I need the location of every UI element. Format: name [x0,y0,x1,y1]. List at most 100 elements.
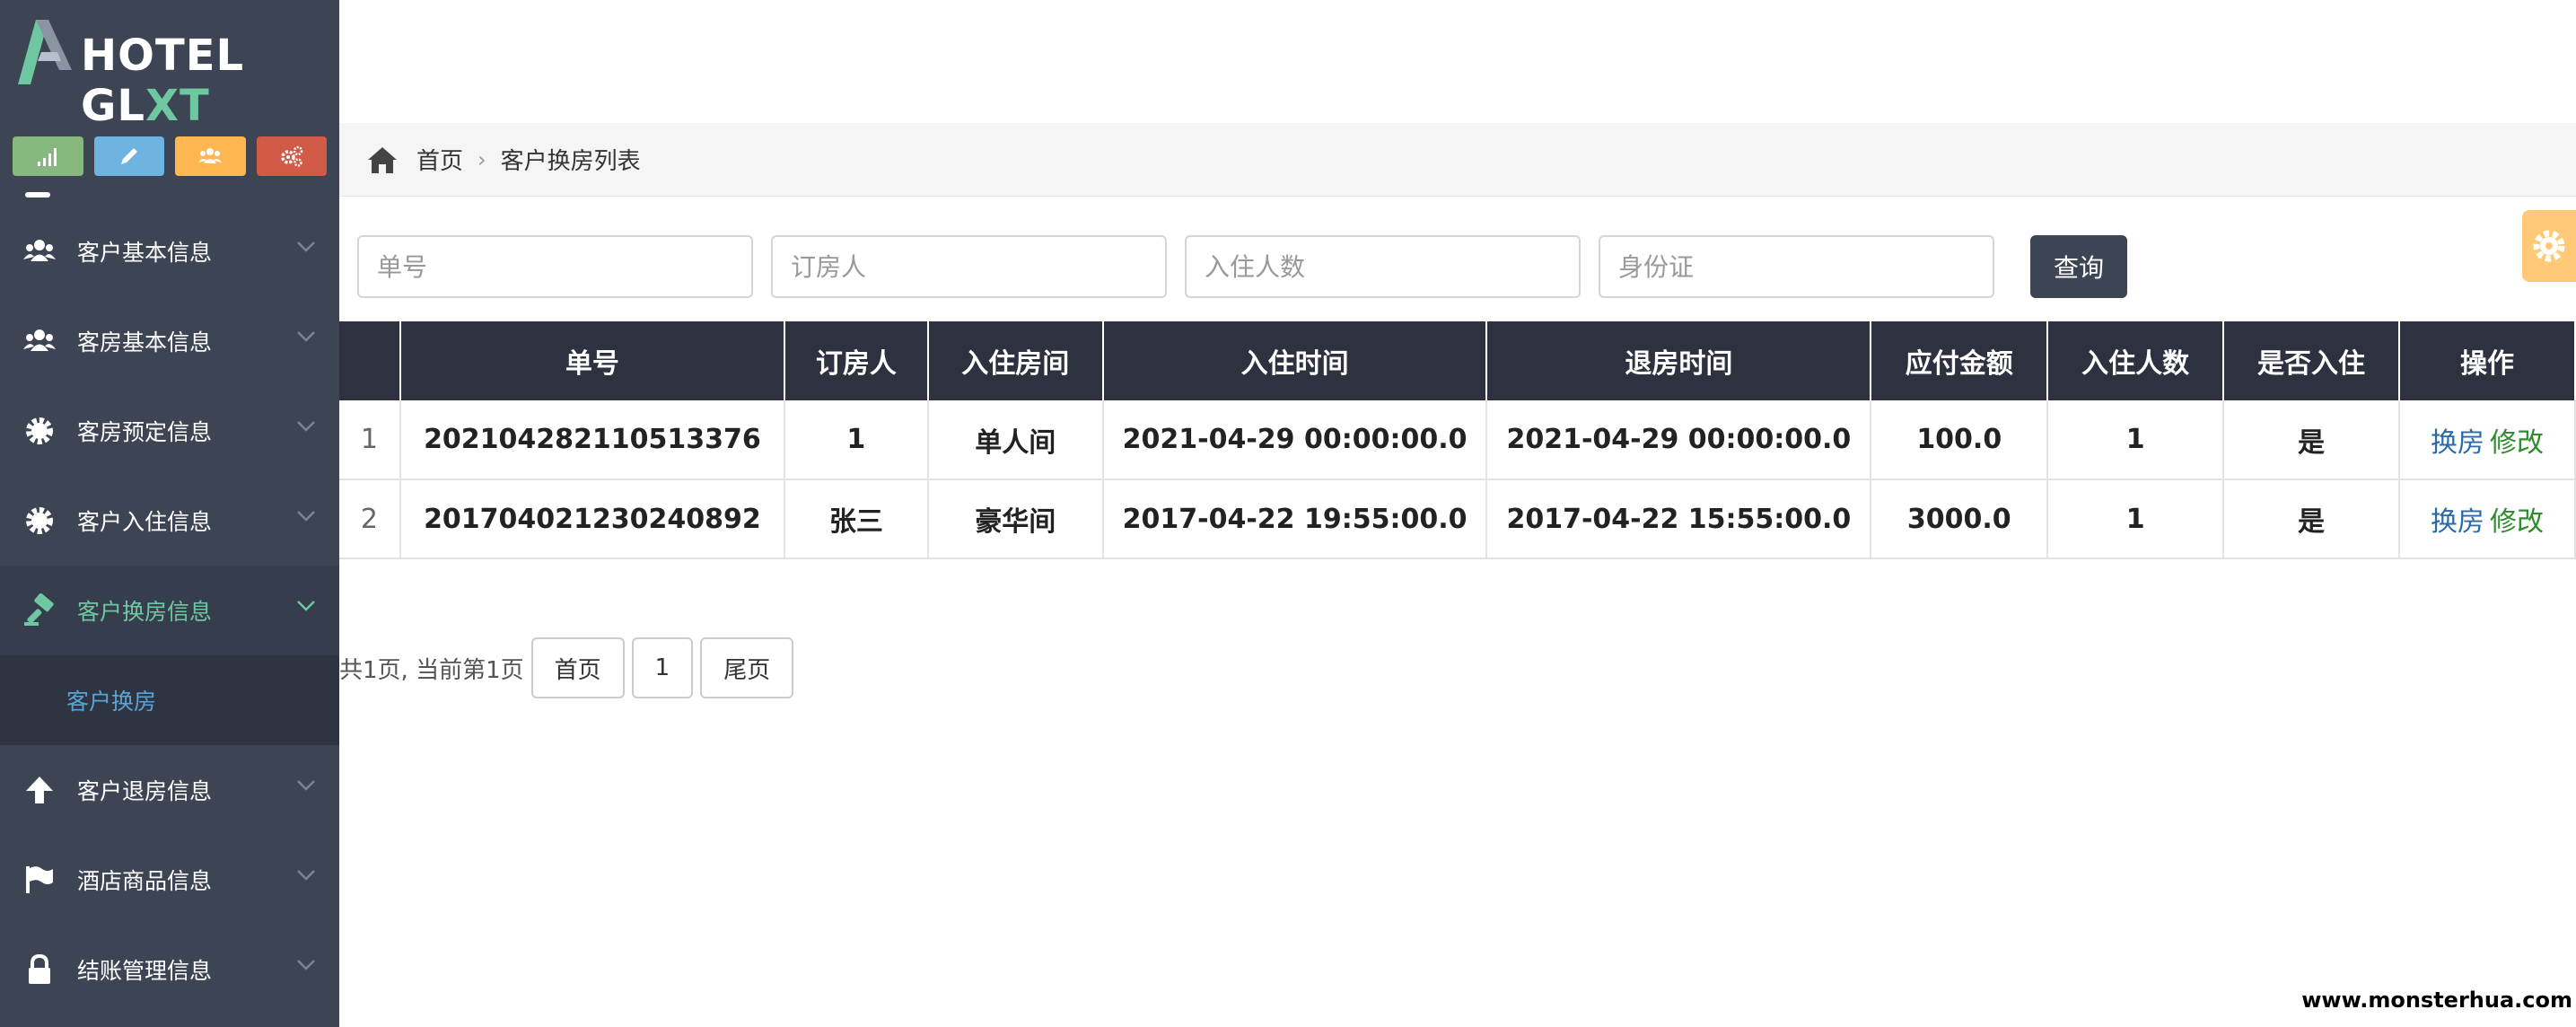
room-cell: 单人间 [927,400,1104,480]
row-index: 1 [339,400,401,480]
sidebar: HOTEL GLXT 客户基本信息 客房基本信息 客房预定信息 客户入住信息 客… [0,0,339,1027]
breadcrumb-home-link[interactable]: 首页 [416,143,463,176]
watermark: www.monsterhua.com [2301,988,2572,1013]
booker-cell: 1 [784,400,929,480]
checkout-time-cell: 2017-04-22 15:55:00.0 [1486,479,1872,559]
first-page-button[interactable]: 首页 [530,637,625,698]
sidebar-item-checkout-info[interactable]: 客户退房信息 [0,745,339,835]
table-header-row: 单号 订房人 入住房间 入住时间 退房时间 应付金额 入住人数 是否入住 操作 [339,321,2576,400]
users-icon [22,323,57,359]
breadcrumb-separator: › [478,146,486,172]
edit-link[interactable]: 修改 [2490,506,2544,538]
cog-icon [22,413,57,449]
column-header: 入住房间 [927,321,1104,400]
sidebar-item-reservation-info[interactable]: 客房预定信息 [0,386,339,476]
room-change-table: 单号 订房人 入住房间 入住时间 退房时间 应付金额 入住人数 是否入住 操作 … [339,321,2576,559]
chevron-down-icon [297,870,315,881]
last-page-button[interactable]: 尾页 [700,637,794,698]
chevron-down-icon [297,960,315,970]
sidebar-item-label: 客房预定信息 [77,419,213,445]
users-icon [22,233,57,269]
change-room-link[interactable]: 换房 [2431,506,2484,538]
logo-icon [18,20,72,84]
shortcut-stats-button[interactable] [13,136,83,176]
search-form: 查询 [357,235,2127,298]
pagination: 共1页, 当前第1页 首页 1 尾页 [339,637,801,698]
sidebar-item-label: 酒店商品信息 [77,868,213,894]
change-room-link[interactable]: 换房 [2431,427,2484,459]
lock-icon [22,952,57,988]
actions-cell: 换房 修改 [2398,400,2576,480]
shortcut-edit-button[interactable] [93,136,164,176]
breadcrumb: 首页 › 客户换房列表 [339,123,2576,197]
settings-toggle-button[interactable] [2522,210,2576,282]
gears-icon [281,145,302,167]
submenu-item-room-change[interactable]: 客户换房 [0,655,339,745]
sidebar-item-label: 客户换房信息 [77,599,213,625]
shortcut-settings-button[interactable] [256,136,327,176]
sidebar-item-room-info[interactable]: 客房基本信息 [0,296,339,386]
menu-scroll-stub [0,180,339,206]
brand[interactable]: HOTEL GLXT [0,0,339,131]
home-icon[interactable] [366,145,399,175]
id-card-input[interactable] [1599,235,1994,298]
sidebar-item-room-change-info[interactable]: 客户换房信息 [0,566,339,655]
checkout-time-cell: 2021-04-29 00:00:00.0 [1486,400,1872,480]
guest-count-cell: 1 [2047,400,2225,480]
checked-in-cell: 是 [2223,400,2400,480]
order-number-cell: 201704021230240892 [399,479,785,559]
breadcrumb-current: 客户换房列表 [500,148,641,175]
sidebar-item-billing-info[interactable]: 结账管理信息 [0,925,339,1014]
sidebar-item-label: 客户退房信息 [77,778,213,804]
sidebar-item-customer-info[interactable]: 客户基本信息 [0,206,339,296]
sidebar-menu: 客户基本信息 客房基本信息 客房预定信息 客户入住信息 客户换房信息 客户换房 … [0,180,339,1014]
submenu-item-label: 客户换房 [66,689,157,715]
pencil-icon [120,148,137,164]
brand-title: HOTEL GLXT [81,31,245,131]
sidebar-item-label: 客户入住信息 [77,509,213,535]
gear-icon [2533,230,2565,262]
amount-cell: 100.0 [1871,400,2049,480]
column-header: 单号 [399,321,785,400]
order-number-input[interactable] [357,235,753,298]
column-header: 应付金额 [1871,321,2049,400]
chevron-down-icon [297,421,315,432]
guest-count-cell: 1 [2047,479,2225,559]
sidebar-item-label: 结账管理信息 [77,958,213,984]
chevron-down-icon [297,601,315,611]
sidebar-item-label: 客户基本信息 [77,240,213,266]
chevron-down-icon [297,241,315,252]
page-number-button[interactable]: 1 [631,637,694,698]
guest-count-input[interactable] [1185,235,1581,298]
gavel-icon [22,592,57,628]
checked-in-cell: 是 [2223,479,2400,559]
page-info: 共1页, 当前第1页 [339,656,524,684]
booker-input[interactable] [771,235,1167,298]
row-index: 2 [339,479,401,559]
top-navbar [339,0,2576,123]
edit-link[interactable]: 修改 [2490,427,2544,459]
column-header: 入住时间 [1102,321,1488,400]
column-header: 退房时间 [1486,321,1872,400]
signal-icon [38,148,57,166]
query-button[interactable]: 查询 [2030,235,2127,298]
shortcut-users-button[interactable] [175,136,246,176]
chevron-down-icon [297,780,315,791]
checkin-time-cell: 2017-04-22 19:55:00.0 [1102,479,1488,559]
checkin-time-cell: 2021-04-29 00:00:00.0 [1102,400,1488,480]
sidebar-item-checkin-info[interactable]: 客户入住信息 [0,476,339,566]
users-icon [198,148,223,163]
booker-cell: 张三 [784,479,929,559]
sidebar-item-goods-info[interactable]: 酒店商品信息 [0,835,339,925]
actions-cell: 换房 修改 [2398,479,2576,559]
table-row: 2 201704021230240892 张三 豪华间 2017-04-22 1… [339,479,2576,559]
sidebar-item-label: 客房基本信息 [77,329,213,356]
shortcut-bar [13,136,327,176]
column-header: 入住人数 [2047,321,2225,400]
room-cell: 豪华间 [927,479,1104,559]
amount-cell: 3000.0 [1871,479,2049,559]
arrow-up-icon [22,772,57,808]
cog-icon [22,503,57,539]
column-header: 操作 [2398,321,2576,400]
flag-icon [22,862,57,898]
